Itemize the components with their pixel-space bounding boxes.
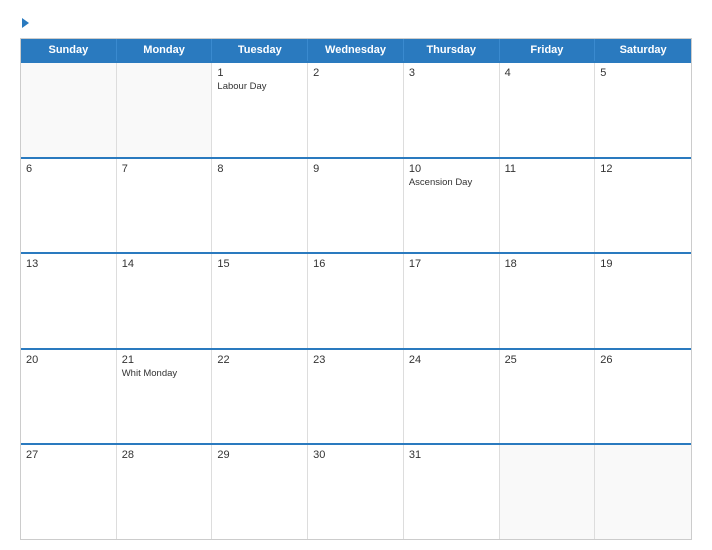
calendar-cell	[117, 63, 213, 157]
day-number: 15	[217, 258, 302, 270]
calendar-cell: 3	[404, 63, 500, 157]
day-number: 31	[409, 449, 494, 461]
cal-header-cell: Tuesday	[212, 39, 308, 61]
day-number: 4	[505, 67, 590, 79]
calendar-cell: 18	[500, 254, 596, 348]
day-number: 11	[505, 163, 590, 175]
logo-blue-text	[20, 18, 29, 28]
calendar-cell: 6	[21, 159, 117, 253]
calendar-cell: 25	[500, 350, 596, 444]
calendar: SundayMondayTuesdayWednesdayThursdayFrid…	[20, 38, 692, 540]
cal-header-cell: Saturday	[595, 39, 691, 61]
day-number: 3	[409, 67, 494, 79]
day-number: 19	[600, 258, 686, 270]
calendar-cell: 11	[500, 159, 596, 253]
header	[20, 18, 692, 28]
calendar-cell: 20	[21, 350, 117, 444]
calendar-cell: 24	[404, 350, 500, 444]
day-number: 6	[26, 163, 111, 175]
calendar-cell: 29	[212, 445, 308, 539]
calendar-cell: 10 Ascension Day	[404, 159, 500, 253]
calendar-cell: 28	[117, 445, 213, 539]
calendar-cell	[595, 445, 691, 539]
day-number: 1	[217, 67, 302, 79]
day-number: 12	[600, 163, 686, 175]
calendar-cell: 13	[21, 254, 117, 348]
calendar-cell: 31	[404, 445, 500, 539]
calendar-cell: 8	[212, 159, 308, 253]
calendar-cell: 9	[308, 159, 404, 253]
day-number: 25	[505, 354, 590, 366]
logo-triangle-icon	[22, 18, 29, 28]
calendar-cell: 4	[500, 63, 596, 157]
cal-header-cell: Friday	[500, 39, 596, 61]
calendar-cell: 17	[404, 254, 500, 348]
day-number: 24	[409, 354, 494, 366]
calendar-week-5: 27 28 29 30 31	[21, 443, 691, 539]
calendar-cell: 21 Whit Monday	[117, 350, 213, 444]
holiday-label: Labour Day	[217, 81, 302, 93]
day-number: 8	[217, 163, 302, 175]
day-number: 20	[26, 354, 111, 366]
day-number: 21	[122, 354, 207, 366]
calendar-body: 1Labour Day2345678910Ascension Day111213…	[21, 61, 691, 539]
logo	[20, 18, 29, 28]
calendar-cell: 14	[117, 254, 213, 348]
day-number: 14	[122, 258, 207, 270]
calendar-cell: 15	[212, 254, 308, 348]
calendar-cell: 2	[308, 63, 404, 157]
calendar-cell: 22	[212, 350, 308, 444]
calendar-week-2: 6789 10 Ascension Day 11 12	[21, 157, 691, 253]
day-number: 18	[505, 258, 590, 270]
day-number: 26	[600, 354, 686, 366]
cal-header-cell: Wednesday	[308, 39, 404, 61]
day-number: 27	[26, 449, 111, 461]
day-number: 13	[26, 258, 111, 270]
day-number: 30	[313, 449, 398, 461]
calendar-header-row: SundayMondayTuesdayWednesdayThursdayFrid…	[21, 39, 691, 61]
day-number: 7	[122, 163, 207, 175]
page: SundayMondayTuesdayWednesdayThursdayFrid…	[0, 0, 712, 550]
day-number: 9	[313, 163, 398, 175]
holiday-label: Whit Monday	[122, 368, 207, 380]
cal-header-cell: Monday	[117, 39, 213, 61]
calendar-cell: 1 Labour Day	[212, 63, 308, 157]
day-number: 28	[122, 449, 207, 461]
calendar-cell: 30	[308, 445, 404, 539]
calendar-cell	[500, 445, 596, 539]
day-number: 10	[409, 163, 494, 175]
calendar-cell: 27	[21, 445, 117, 539]
calendar-cell: 23	[308, 350, 404, 444]
day-number: 16	[313, 258, 398, 270]
cal-header-cell: Sunday	[21, 39, 117, 61]
day-number: 2	[313, 67, 398, 79]
day-number: 23	[313, 354, 398, 366]
calendar-week-3: 13 14 15 16 17 18 19	[21, 252, 691, 348]
calendar-week-4: 20 21 Whit Monday 22 23 24 25 26	[21, 348, 691, 444]
calendar-cell: 16	[308, 254, 404, 348]
cal-header-cell: Thursday	[404, 39, 500, 61]
day-number: 22	[217, 354, 302, 366]
day-number: 5	[600, 67, 686, 79]
calendar-cell: 7	[117, 159, 213, 253]
calendar-cell: 12	[595, 159, 691, 253]
calendar-cell: 5	[595, 63, 691, 157]
calendar-cell	[21, 63, 117, 157]
day-number: 29	[217, 449, 302, 461]
calendar-week-1: 1 Labour Day 2345	[21, 61, 691, 157]
day-number: 17	[409, 258, 494, 270]
calendar-cell: 19	[595, 254, 691, 348]
holiday-label: Ascension Day	[409, 177, 494, 189]
calendar-cell: 26	[595, 350, 691, 444]
